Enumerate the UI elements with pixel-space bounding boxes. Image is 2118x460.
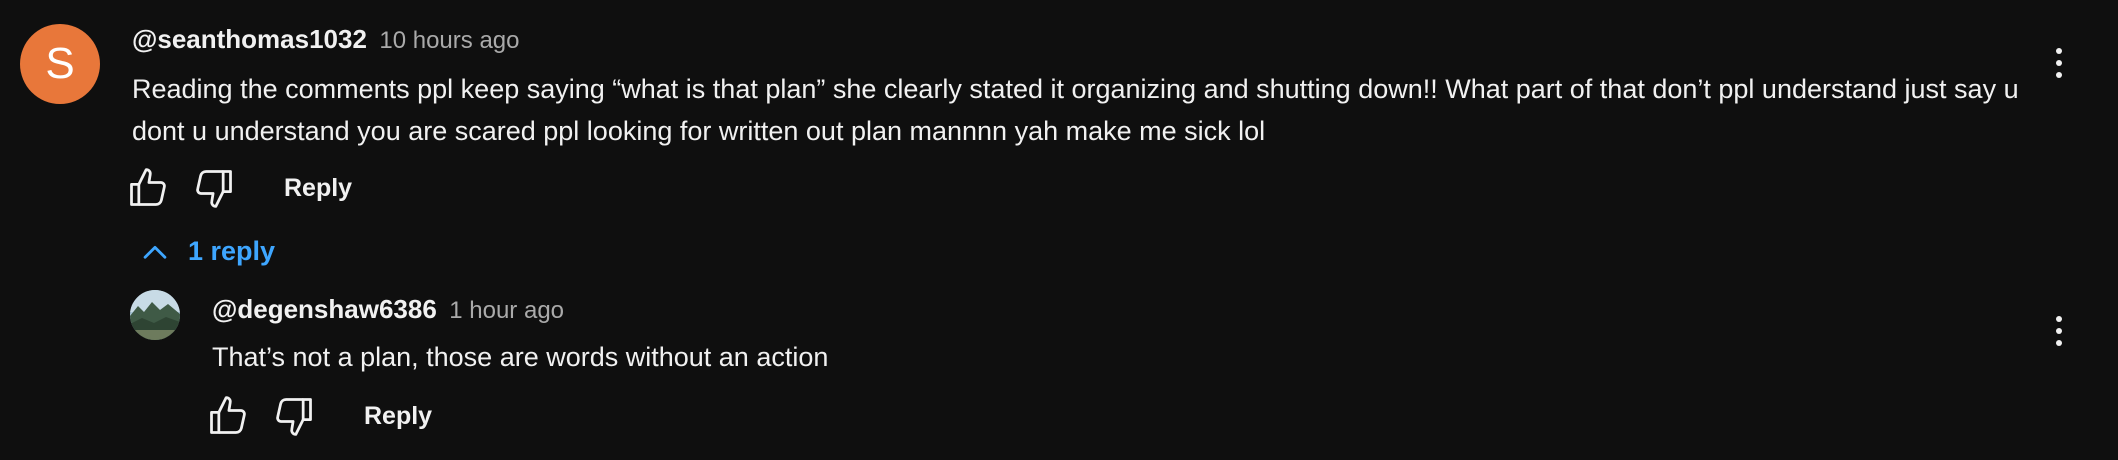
thumbs-down-icon[interactable] [192, 166, 236, 210]
avatar[interactable] [130, 290, 180, 340]
author-name[interactable]: @degenshaw6386 [212, 294, 437, 324]
reply-button[interactable]: Reply [364, 402, 432, 431]
replies-count-label: 1 reply [188, 236, 276, 267]
timestamp[interactable]: 10 hours ago [379, 27, 519, 54]
reply-header: @degenshaw6386 1 hour ago [212, 294, 564, 325]
thumbs-up-icon[interactable] [206, 394, 250, 438]
comment-text: Reading the comments ppl keep saying “wh… [132, 74, 2019, 146]
chevron-up-icon [138, 236, 172, 270]
timestamp[interactable]: 1 hour ago [449, 297, 564, 324]
replies-toggle[interactable]: 1 reply [138, 236, 275, 270]
comment-header: @seanthomas1032 10 hours ago [132, 24, 519, 55]
author-name[interactable]: @seanthomas1032 [132, 24, 367, 54]
more-vert-icon[interactable] [2049, 48, 2069, 92]
thumbs-up-icon[interactable] [126, 166, 170, 210]
avatar[interactable]: S [20, 24, 100, 104]
more-vert-icon[interactable] [2049, 316, 2069, 360]
thumbs-down-icon[interactable] [272, 394, 316, 438]
reply-text: That’s not a plan, those are words witho… [212, 342, 829, 372]
reply-button[interactable]: Reply [284, 174, 352, 203]
